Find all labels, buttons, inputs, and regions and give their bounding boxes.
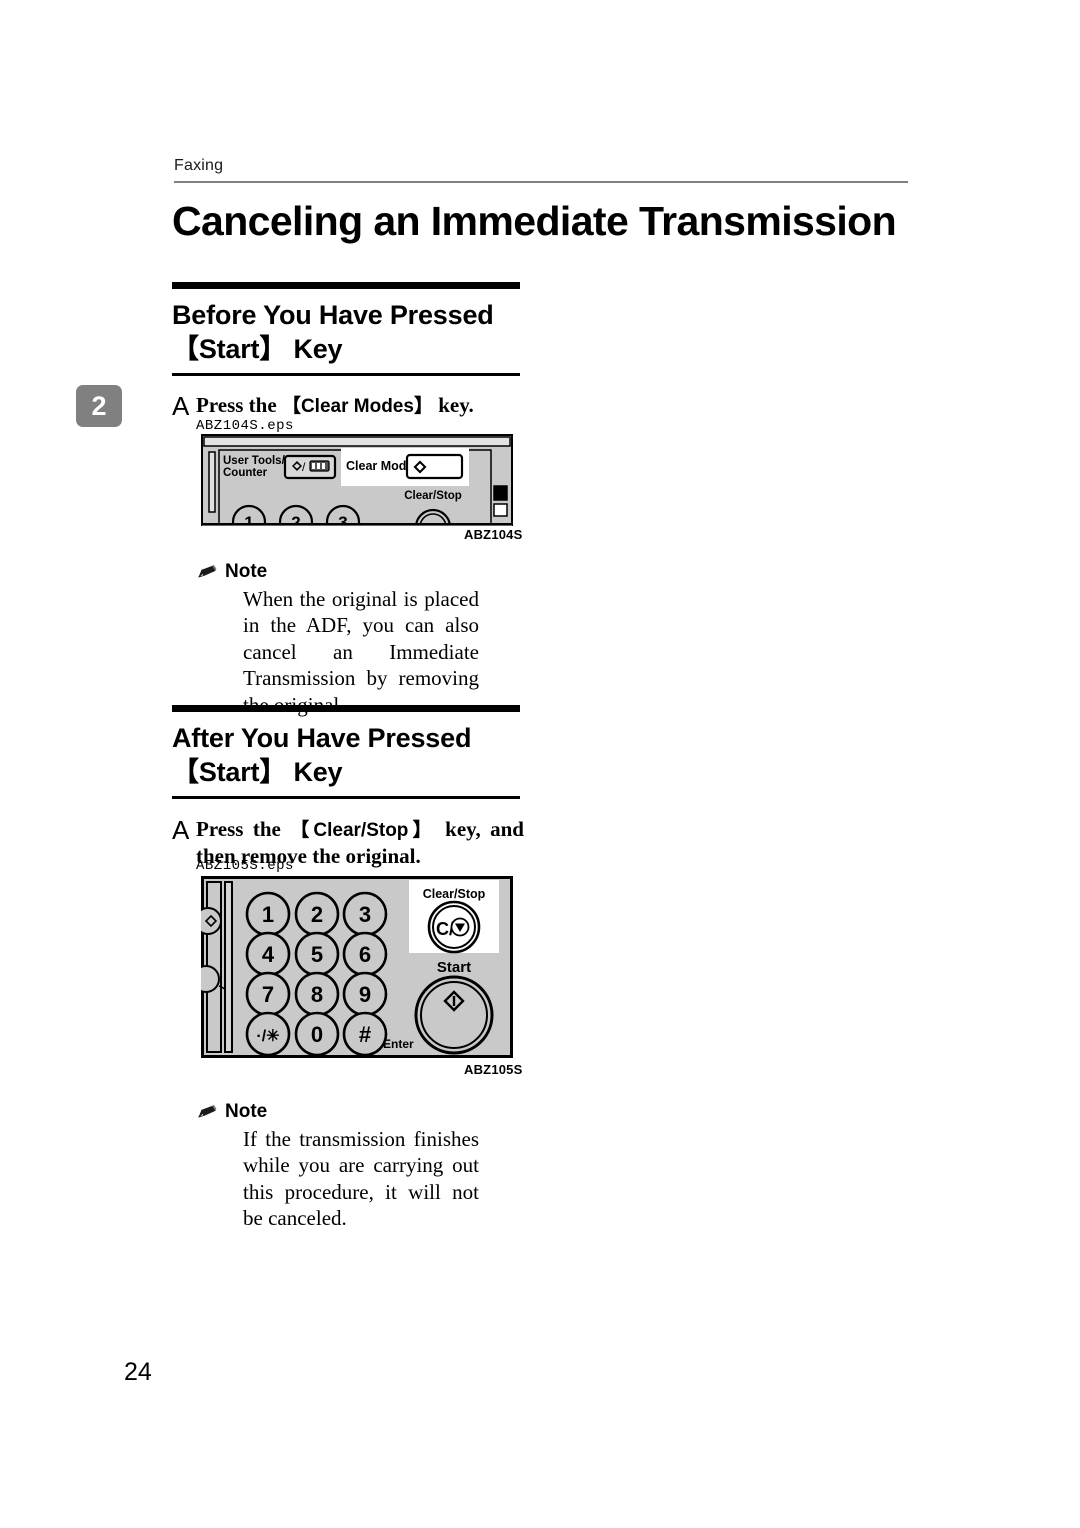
page-number: 24 bbox=[124, 1358, 152, 1386]
note-block-2: Note If the transmission finishes while … bbox=[196, 1101, 526, 1232]
step-letter: A bbox=[172, 815, 190, 845]
section-rule-top bbox=[172, 705, 520, 712]
svg-text:8: 8 bbox=[311, 982, 323, 1007]
page-title: Canceling an Immediate Transmission bbox=[172, 198, 897, 244]
section-title-bracket-close: 】 bbox=[259, 757, 287, 788]
note-header: Note bbox=[196, 561, 526, 583]
step-key-bracket-close: 】 bbox=[408, 820, 436, 841]
header-rule bbox=[174, 181, 908, 183]
figure-1-svg: User Tools/ Counter / Clear Modes 1 2 3 bbox=[201, 434, 513, 546]
section-rule-bottom bbox=[172, 372, 520, 376]
svg-text:3: 3 bbox=[359, 902, 371, 927]
section-title-key: Start bbox=[198, 334, 260, 365]
note-title: Note bbox=[225, 561, 268, 582]
note-header: Note bbox=[196, 1101, 526, 1123]
section-title-bracket-close: 】 bbox=[259, 334, 287, 365]
pencil-icon bbox=[198, 564, 217, 578]
figure-control-panel-clear-modes: User Tools/ Counter / Clear Modes 1 2 3 bbox=[201, 434, 513, 546]
svg-text:Clear/Stop: Clear/Stop bbox=[404, 490, 462, 502]
step-key-label: Clear/Stop bbox=[313, 820, 409, 841]
svg-text:Clear/Stop: Clear/Stop bbox=[423, 887, 486, 901]
svg-text:7: 7 bbox=[262, 982, 274, 1007]
step-key-bracket-open: 【 bbox=[290, 820, 314, 841]
note-body: If the transmission finishes while you a… bbox=[243, 1127, 479, 1231]
section-rule-top bbox=[172, 282, 520, 289]
svg-text:·/✳: ·/✳ bbox=[256, 1028, 279, 1045]
svg-text:#: # bbox=[359, 1022, 371, 1047]
figure-caption-2: ABZ105S bbox=[464, 1062, 523, 1077]
enter-label: Enter bbox=[383, 1037, 414, 1051]
note-body: When the original is placed in the ADF, … bbox=[243, 587, 479, 717]
section-title-suffix: Key bbox=[286, 757, 343, 788]
svg-text:9: 9 bbox=[359, 982, 371, 1007]
section-title: Before You Have Pressed 【Start】 Key bbox=[172, 289, 520, 373]
pencil-icon bbox=[198, 1104, 217, 1118]
note-block-1: Note When the original is placed in the … bbox=[196, 561, 526, 718]
eps-filename-1: ABZ104S.eps bbox=[196, 418, 294, 434]
step-text: Press the 【Clear Modes】 key. bbox=[196, 392, 474, 419]
chapter-tab: 2 bbox=[76, 385, 122, 427]
svg-text:User Tools/: User Tools/ bbox=[223, 455, 286, 467]
step-text-after: key. bbox=[432, 393, 474, 417]
step-key-bracket-open: 【 bbox=[281, 396, 301, 417]
section-title-key: Start bbox=[198, 757, 260, 788]
svg-text:1: 1 bbox=[262, 902, 274, 927]
step-text-before: Press the bbox=[196, 817, 291, 841]
section-heading-after-start: After You Have Pressed 【Start】 Key bbox=[172, 705, 520, 799]
svg-text:Counter: Counter bbox=[223, 467, 268, 479]
section-title-suffix: Key bbox=[286, 334, 343, 365]
eps-filename-2: ABZ105S.eps bbox=[196, 858, 294, 874]
section-title-bracket-open: 【 bbox=[172, 757, 199, 788]
svg-text:5: 5 bbox=[311, 942, 323, 967]
figure-caption-1: ABZ104S bbox=[464, 527, 523, 542]
figure-2-svg: 123 456 789 ·/✳ 0 # Enter Clear/Stop C/ St… bbox=[192, 876, 513, 1058]
running-header: Faxing bbox=[174, 157, 224, 174]
section-title-line1: After You Have Pressed bbox=[172, 723, 472, 753]
svg-text:Start: Start bbox=[437, 959, 471, 976]
section-rule-bottom bbox=[172, 795, 520, 799]
figure-keypad-clear-stop: 123 456 789 ·/✳ 0 # Enter Clear/Stop C/ St… bbox=[192, 876, 513, 1063]
section-title: After You Have Pressed 【Start】 Key bbox=[172, 712, 520, 796]
note-title: Note bbox=[225, 1101, 268, 1122]
svg-text:0: 0 bbox=[311, 1022, 323, 1047]
step-key-label: Clear Modes bbox=[300, 396, 414, 417]
svg-text:2: 2 bbox=[311, 902, 323, 927]
svg-text:6: 6 bbox=[359, 942, 371, 967]
svg-text:4: 4 bbox=[262, 942, 275, 967]
section-heading-before-start: Before You Have Pressed 【Start】 Key bbox=[172, 282, 520, 376]
section-title-line1: Before You Have Pressed bbox=[172, 300, 494, 330]
step-press-clear-modes: A Press the 【Clear Modes】 key. bbox=[172, 392, 524, 419]
step-letter: A bbox=[172, 391, 190, 421]
section-title-bracket-open: 【 bbox=[172, 334, 199, 365]
step-key-bracket-close: 】 bbox=[413, 396, 433, 417]
step-text-before: Press the bbox=[196, 393, 282, 417]
